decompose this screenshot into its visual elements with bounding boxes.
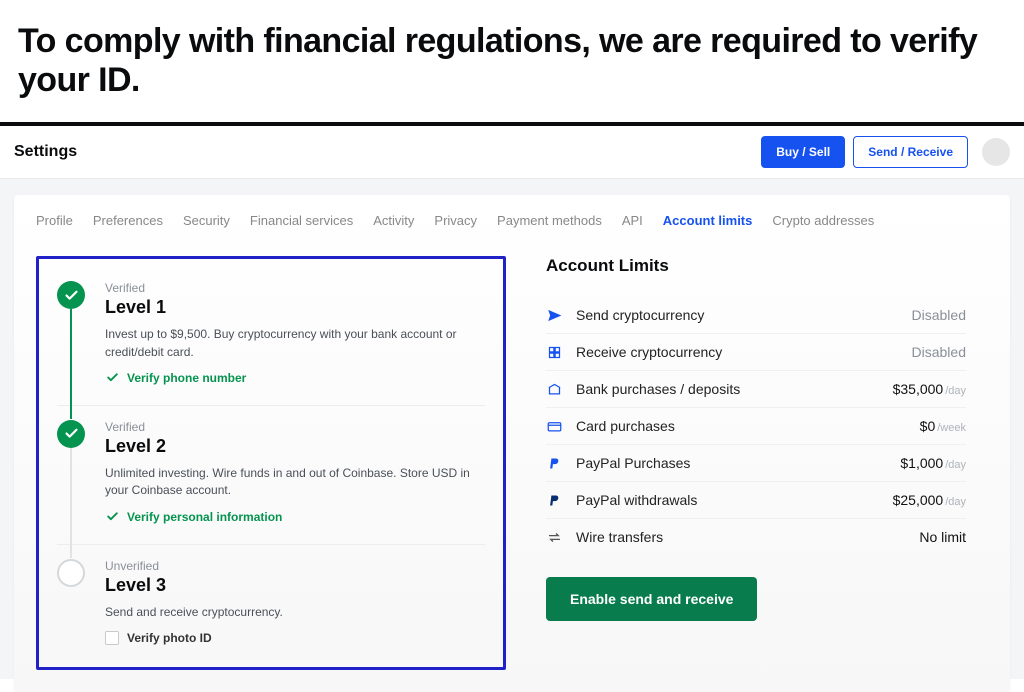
limit-row-paypal-withdraw: PayPal withdrawals $25,000/day [546,481,966,518]
limit-row-send: Send cryptocurrency Disabled [546,296,966,333]
limit-label: Receive cryptocurrency [576,344,912,360]
tab-api[interactable]: API [622,213,643,228]
content: Verified Level 1 Invest up to $9,500. Bu… [14,246,1010,692]
limit-row-wire: Wire transfers No limit [546,518,966,555]
limit-value: No limit [919,529,966,545]
level-status: Verified [105,420,485,434]
limit-value: Disabled [912,344,966,360]
limits-heading: Account Limits [546,256,966,276]
compliance-banner: To comply with financial regulations, we… [0,0,1024,122]
limit-value: $35,000/day [893,381,966,397]
level-name: Level 3 [105,575,485,596]
send-receive-button[interactable]: Send / Receive [853,136,968,168]
page-title: Settings [14,143,753,161]
settings-tabs: Profile Preferences Security Financial s… [14,203,1010,246]
level-action-done: Verify phone number [105,371,485,385]
tab-profile[interactable]: Profile [36,213,73,228]
wire-icon [546,529,562,545]
limit-value: $0/week [920,418,966,434]
enable-send-receive-button[interactable]: Enable send and receive [546,577,757,621]
check-icon [57,281,85,309]
limit-value: $25,000/day [893,492,966,508]
level-status: Verified [105,281,485,295]
limit-label: PayPal withdrawals [576,492,893,508]
bank-icon [546,381,562,397]
limit-row-card: Card purchases $0/week [546,407,966,444]
limit-label: PayPal Purchases [576,455,900,471]
tab-crypto-addresses[interactable]: Crypto addresses [772,213,874,228]
level-status: Unverified [105,559,485,573]
settings-card: Profile Preferences Security Financial s… [14,195,1010,692]
level-action-label: Verify photo ID [127,631,212,645]
limit-label: Send cryptocurrency [576,307,912,323]
paypal-icon [546,455,562,471]
buy-sell-button[interactable]: Buy / Sell [761,136,845,168]
limit-label: Wire transfers [576,529,919,545]
check-small-icon [105,510,119,524]
tab-activity[interactable]: Activity [373,213,414,228]
level-2: Verified Level 2 Unlimited investing. Wi… [57,420,485,545]
banner-heading: To comply with financial regulations, we… [18,22,1006,100]
tab-security[interactable]: Security [183,213,230,228]
limit-value: Disabled [912,307,966,323]
level-name: Level 1 [105,297,485,318]
limit-row-receive: Receive cryptocurrency Disabled [546,333,966,370]
connector [70,309,72,419]
level-3: Unverified Level 3 Send and receive cryp… [57,559,485,645]
limits-panel: Account Limits Send cryptocurrency Disab… [546,256,966,621]
checkbox-icon[interactable] [105,631,119,645]
card-icon [546,418,562,434]
levels-panel: Verified Level 1 Invest up to $9,500. Bu… [36,256,506,670]
level-desc: Unlimited investing. Wire funds in and o… [105,465,475,500]
page-body: Profile Preferences Security Financial s… [0,179,1024,679]
paypal-dark-icon [546,492,562,508]
check-icon [57,420,85,448]
level-name: Level 2 [105,436,485,457]
send-icon [546,307,562,323]
level-action-pending[interactable]: Verify photo ID [105,631,485,645]
avatar[interactable] [982,138,1010,166]
circle-icon [57,559,85,587]
tab-financial-services[interactable]: Financial services [250,213,353,228]
level-action-done: Verify personal information [105,510,485,524]
limit-value: $1,000/day [900,455,966,471]
level-desc: Send and receive cryptocurrency. [105,604,475,621]
tab-payment-methods[interactable]: Payment methods [497,213,602,228]
level-action-label: Verify personal information [127,510,282,524]
limit-label: Card purchases [576,418,920,434]
topbar: Settings Buy / Sell Send / Receive [0,126,1024,179]
receive-icon [546,344,562,360]
tab-preferences[interactable]: Preferences [93,213,163,228]
connector [70,448,72,558]
level-desc: Invest up to $9,500. Buy cryptocurrency … [105,326,475,361]
limit-row-paypal-purchase: PayPal Purchases $1,000/day [546,444,966,481]
tab-privacy[interactable]: Privacy [434,213,477,228]
level-1: Verified Level 1 Invest up to $9,500. Bu… [57,281,485,406]
check-small-icon [105,371,119,385]
level-action-label: Verify phone number [127,371,246,385]
limit-label: Bank purchases / deposits [576,381,893,397]
tab-account-limits[interactable]: Account limits [663,213,753,228]
limit-row-bank: Bank purchases / deposits $35,000/day [546,370,966,407]
